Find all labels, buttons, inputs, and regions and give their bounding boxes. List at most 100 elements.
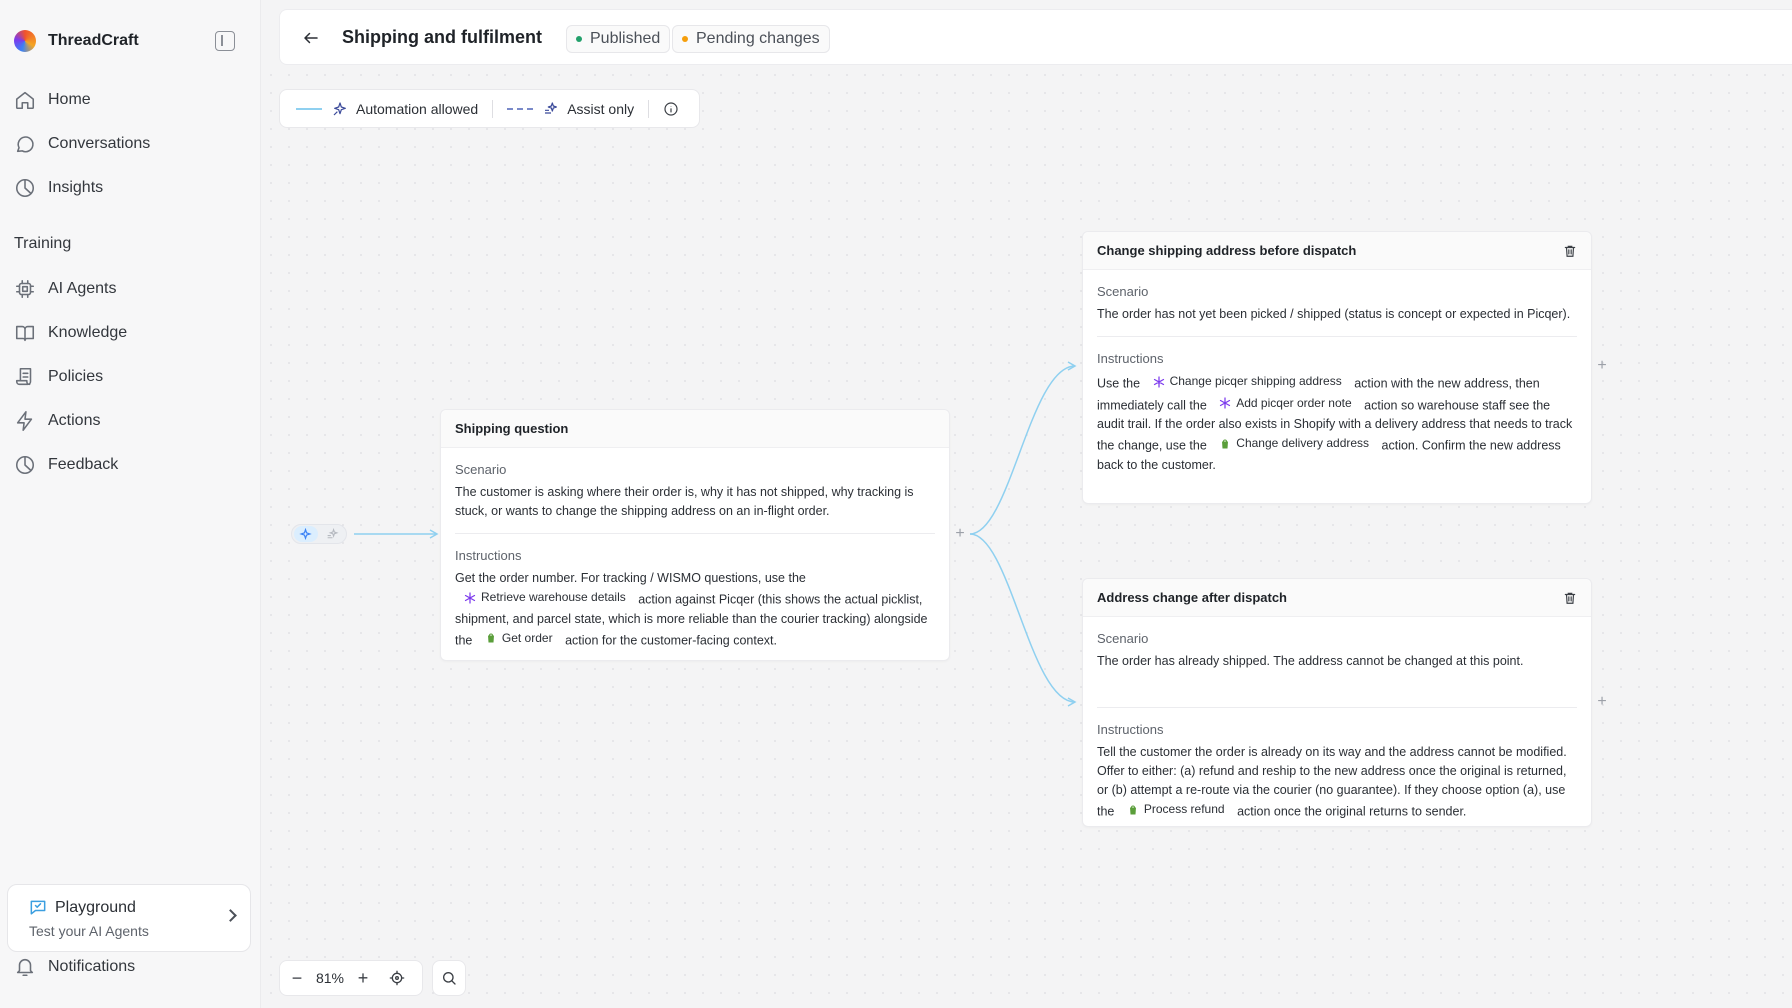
instructions-label: Instructions [455,548,522,563]
zoom-in-button[interactable]: + [346,960,380,996]
add-branch-button[interactable]: + [1593,693,1611,711]
pie-chart-icon [14,177,36,199]
node-address-change-after-dispatch[interactable]: Address change after dispatch Scenario T… [1082,578,1592,827]
sidebar-item-label: Insights [48,179,104,196]
scenario-section: Scenario The order has already shipped. … [1083,617,1591,707]
chevron-right-icon [224,909,237,922]
mode-toggle[interactable] [291,524,347,544]
chip-label: Change picqer shipping address [1169,374,1342,388]
chip-label: Change delivery address [1236,436,1370,450]
notifications-label: Notifications [48,958,136,975]
dashed-line-swatch [507,107,534,110]
published-dot [576,36,582,42]
sidebar-item-insights[interactable]: Insights [14,166,150,210]
info-icon[interactable] [663,101,679,117]
training-nav: AI Agents Knowledge Policies Actions Fee… [14,267,127,487]
instructions-fragment: Get the order number. For tracking / WIS… [455,571,806,585]
node-change-before-dispatch[interactable]: Change shipping address before dispatch … [1082,231,1592,504]
bolt-icon [14,410,36,432]
instructions-text: Get the order number. For tracking / WIS… [455,569,935,650]
book-icon [14,322,36,344]
chip-label: Add picqer order note [1236,395,1352,410]
sidebar-item-knowledge[interactable]: Knowledge [14,311,127,355]
sidebar-item-policies[interactable]: Policies [14,355,127,399]
add-branch-button[interactable]: + [951,525,969,543]
action-chip-change-picqer-shipping-address[interactable]: Change picqer shipping address [1147,372,1348,391]
node-title: Address change after dispatch [1097,590,1287,605]
training-section-label: Training [14,235,72,252]
instructions-section: Instructions Get the order number. For t… [455,533,935,662]
status-badge-published: Published [566,25,671,53]
brand-name: ThreadCraft [48,32,139,49]
trash-icon[interactable] [1563,591,1577,605]
sidebar-item-conversations[interactable]: Conversations [14,122,150,166]
action-chip-get-order[interactable]: Get order [479,629,559,648]
shopify-icon [1222,439,1229,448]
action-chip-add-picqer-order-note[interactable]: Add picqer order note [1213,394,1357,413]
fit-view-button[interactable] [380,960,414,996]
sidebar-item-home[interactable]: Home [14,78,150,122]
crosshair-icon [389,970,405,986]
sidebar: ThreadCraft Home Conversations Insights … [0,0,261,1008]
instructions-label: Instructions [1097,722,1164,737]
home-icon [14,89,36,111]
picqer-icon [1153,375,1164,388]
node-title: Shipping question [455,421,569,436]
sparkle-automation-icon [299,528,312,541]
zoom-out-button[interactable]: − [280,960,314,996]
sidebar-item-feedback[interactable]: Feedback [14,443,127,487]
pending-label: Pending changes [696,30,820,47]
instructions-section: Instructions Tell the customer the order… [1097,707,1577,834]
chip-icon [14,278,36,300]
status-badge-pending: Pending changes [672,25,830,53]
instructions-text: Use the Change picqer shipping address a… [1097,372,1577,475]
sidebar-item-actions[interactable]: Actions [14,399,127,443]
pending-dot [682,36,688,42]
published-label: Published [590,30,661,47]
scenario-text: The customer is asking where their order… [455,485,914,518]
instructions-label: Instructions [1097,351,1164,366]
shopify-icon [487,633,494,643]
brand-logo [14,30,36,52]
zoom-level: 81% [315,970,345,986]
action-chip-retrieve-warehouse-details[interactable]: Retrieve warehouse details [458,588,632,607]
pie-chart-icon [14,454,36,476]
collapse-sidebar-icon[interactable] [215,31,235,51]
assist-icon[interactable] [326,528,339,541]
canvas-search-button[interactable] [432,960,466,996]
chip-label: Process refund [1143,802,1225,816]
search-icon [443,972,456,985]
scenario-section: Scenario The customer is asking where th… [441,448,949,533]
sidebar-item-ai-agents[interactable]: AI Agents [14,267,127,311]
instructions-text: Tell the customer the order is already o… [1097,743,1577,822]
sidebar-item-label: Policies [48,368,104,385]
brand[interactable]: ThreadCraft [14,30,139,52]
zoom-controls: − 81% + [279,960,423,996]
sidebar-item-label: Actions [48,412,101,429]
instructions-fragment: action for the customer-facing context. [565,633,777,647]
scenario-label: Scenario [1097,284,1149,299]
instructions-fragment: Use the [1097,376,1141,391]
action-chip-process-refund[interactable]: Process refund [1121,800,1231,819]
playground-card[interactable]: Playground Test your AI Agents [7,884,251,952]
sidebar-item-label: Home [48,91,91,108]
playground-subtitle: Test your AI Agents [29,923,149,939]
chat-bubble-icon [30,900,46,915]
legend-divider [492,99,494,118]
sidebar-item-notifications[interactable]: Notifications [14,956,135,978]
picqer-icon [464,591,476,604]
node-header: Change shipping address before dispatch [1083,232,1591,270]
node-header: Address change after dispatch [1083,579,1591,617]
add-branch-button[interactable]: + [1593,357,1611,375]
action-chip-change-delivery-address[interactable]: Change delivery address [1213,434,1375,453]
bell-icon [14,956,36,978]
scenario-text: The order has not yet been picked / ship… [1097,307,1571,321]
scenario-text: The order has already shipped. The addre… [1097,654,1524,668]
chip-label: Get order [501,630,553,645]
node-header: Shipping question [441,410,949,448]
solid-line-swatch [296,107,322,110]
node-shipping-question[interactable]: Shipping question Scenario The customer … [440,409,950,661]
back-arrow-icon[interactable] [302,29,320,47]
trash-icon[interactable] [1563,244,1577,258]
assist-label: Assist only [567,100,635,117]
